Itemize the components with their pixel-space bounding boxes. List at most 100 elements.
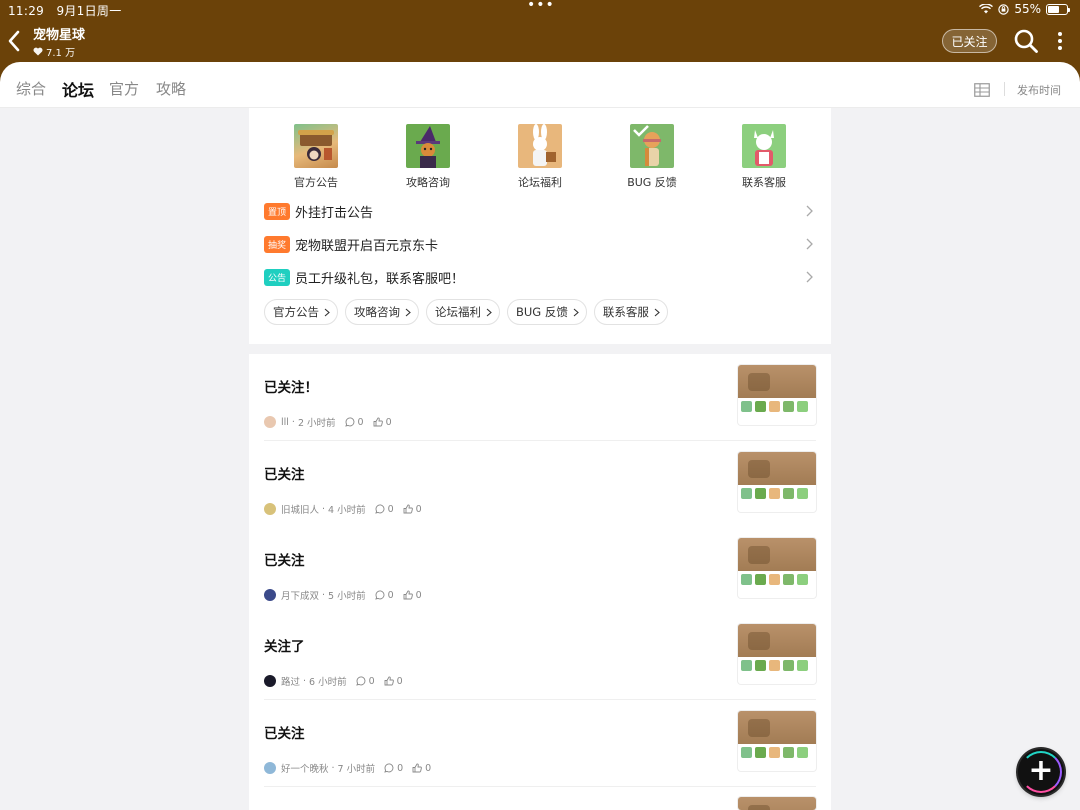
- post-meta: 路过 · 6 小时前 0 0: [264, 674, 403, 688]
- page-title: 宠物星球: [33, 28, 86, 43]
- divider: [1004, 82, 1005, 96]
- thumbnail-icons: [738, 571, 816, 588]
- chevron-right-icon: [806, 271, 813, 283]
- post-meta: lll · 2 小时前 0 0: [264, 415, 392, 429]
- thumbnail-banner: [738, 452, 816, 485]
- notice-item-lottery[interactable]: 抽奖 宠物联盟开启百元京东卡: [264, 233, 814, 255]
- post-title: 已关注: [264, 726, 305, 742]
- tab-guides[interactable]: 攻略: [156, 78, 186, 99]
- post-meta: 旧城旧人 · 4 小时前 0 0: [264, 502, 422, 516]
- chip-forum-welfare[interactable]: 论坛福利: [426, 299, 500, 325]
- category-bug-report[interactable]: BUG 反馈: [612, 124, 692, 190]
- like-count: 0: [415, 589, 422, 601]
- chip-label: BUG 反馈: [516, 305, 568, 319]
- pinned-badge: 置顶: [264, 202, 291, 220]
- comment-icon: [374, 504, 385, 514]
- post-meta: 月下成双 · 5 小时前 0 0: [264, 588, 422, 602]
- post-thumbnail: [738, 711, 816, 771]
- thumbnail-icons: [738, 485, 816, 502]
- chip-official-announcements[interactable]: 官方公告: [264, 299, 338, 325]
- post-time: 4 小时前: [328, 505, 366, 516]
- chevron-left-icon: [8, 30, 20, 52]
- layout-toggle-button[interactable]: [974, 82, 990, 97]
- more-dot: [1058, 39, 1062, 43]
- post-meta: 好一个晚秋 · 7 小时前 0 0: [264, 761, 431, 775]
- chip-customer-service[interactable]: 联系客服: [593, 299, 668, 325]
- post-author: 旧城旧人: [281, 505, 320, 516]
- comment-count: 0: [387, 503, 394, 515]
- category-label: BUG 反馈: [627, 176, 677, 189]
- more-dot: [1058, 46, 1062, 50]
- tab-overview[interactable]: 综合: [16, 78, 46, 99]
- meta-separator: ·: [322, 503, 326, 515]
- thumbnail-banner: [738, 797, 816, 810]
- avatar: [264, 416, 276, 428]
- category-welfare-image: [518, 124, 562, 168]
- search-button[interactable]: [1013, 28, 1039, 54]
- post-item[interactable]: 已关注 月下成双 · 5 小时前 0 0: [249, 527, 831, 614]
- post-time: 6 小时前: [309, 677, 347, 688]
- like-icon: [373, 417, 383, 427]
- comment-count: 0: [368, 675, 375, 687]
- heart-icon: [33, 47, 43, 56]
- post-title: 已关注: [264, 467, 305, 483]
- chevron-right-icon: [806, 238, 813, 250]
- category-official-announcements[interactable]: 官方公告: [276, 124, 356, 190]
- post-time: 2 小时前: [297, 418, 336, 429]
- category-forum-welfare[interactable]: 论坛福利: [500, 124, 580, 190]
- category-label: 联系客服: [742, 176, 786, 189]
- multitask-dots[interactable]: •••: [527, 0, 555, 13]
- post-time: 5 小时前: [328, 591, 366, 602]
- post-author: 好一个晚秋: [281, 764, 329, 775]
- post-item[interactable]: [249, 787, 831, 810]
- tab-forum[interactable]: 论坛: [62, 77, 95, 102]
- post-author: lll: [281, 416, 289, 428]
- chevron-right-icon: [405, 308, 411, 316]
- notice-item-announcement[interactable]: 公告 员工升级礼包，联系客服吧！: [264, 266, 814, 288]
- follow-button[interactable]: 已关注: [942, 29, 997, 53]
- post-thumbnail: [738, 797, 816, 810]
- post-item[interactable]: 已关注 旧城旧人 · 4 小时前 0 0: [249, 441, 831, 528]
- chevron-right-icon: [654, 308, 660, 316]
- status-date: 9月1日周一: [56, 4, 122, 18]
- comment-count: 0: [387, 589, 394, 601]
- chevron-right-icon: [573, 308, 579, 316]
- more-menu-button[interactable]: [1052, 30, 1068, 52]
- category-official-image: [294, 124, 338, 168]
- comment-icon: [355, 676, 366, 686]
- post-item[interactable]: 已关注！ lll · 2 小时前 0 0: [249, 354, 831, 441]
- back-button[interactable]: [4, 28, 24, 54]
- post-item[interactable]: 关注了 路过 · 6 小时前 0 0: [249, 613, 831, 700]
- sort-by-publish-time[interactable]: 发布时间: [1017, 82, 1061, 98]
- chevron-right-icon: [324, 308, 330, 316]
- category-label: 论坛福利: [518, 176, 562, 189]
- category-service-image: [742, 124, 786, 168]
- forum-tab-bar: 综合 论坛 官方 攻略: [0, 62, 1080, 108]
- like-count: 0: [396, 675, 403, 687]
- avatar: [264, 762, 276, 774]
- category-label: 攻略咨询: [406, 176, 450, 189]
- tab-official[interactable]: 官方: [109, 78, 139, 99]
- wifi-icon: [979, 4, 994, 14]
- thumbnail-banner: [738, 624, 816, 657]
- post-title: 已关注: [264, 553, 305, 569]
- chip-bug-report[interactable]: BUG 反馈: [507, 299, 587, 325]
- create-post-button[interactable]: +: [1018, 749, 1064, 795]
- post-title: 已关注！: [264, 380, 318, 396]
- like-icon: [412, 763, 423, 773]
- thumbnail-banner: [738, 538, 816, 571]
- post-item[interactable]: 已关注 好一个晚秋 · 7 小时前 0 0: [249, 700, 831, 787]
- notice-item-pinned[interactable]: 置顶 外挂打击公告: [264, 200, 814, 222]
- category-chip-row: 官方公告 攻略咨询 论坛福利 BUG 反馈 联系客服: [264, 299, 668, 325]
- category-customer-service[interactable]: 联系客服: [724, 124, 804, 190]
- notice-title: 宠物联盟开启百元京东卡: [295, 238, 439, 254]
- follower-count-value: 7.1 万: [46, 48, 76, 59]
- comment-icon: [374, 590, 385, 600]
- chip-label: 联系客服: [602, 305, 649, 319]
- category-bug-image: [630, 124, 674, 168]
- chip-guide-consult[interactable]: 攻略咨询: [345, 299, 419, 325]
- comment-icon: [344, 417, 354, 427]
- category-guide-consult[interactable]: 攻略咨询: [388, 124, 468, 190]
- like-icon: [384, 676, 394, 686]
- lottery-badge: 抽奖: [264, 235, 291, 253]
